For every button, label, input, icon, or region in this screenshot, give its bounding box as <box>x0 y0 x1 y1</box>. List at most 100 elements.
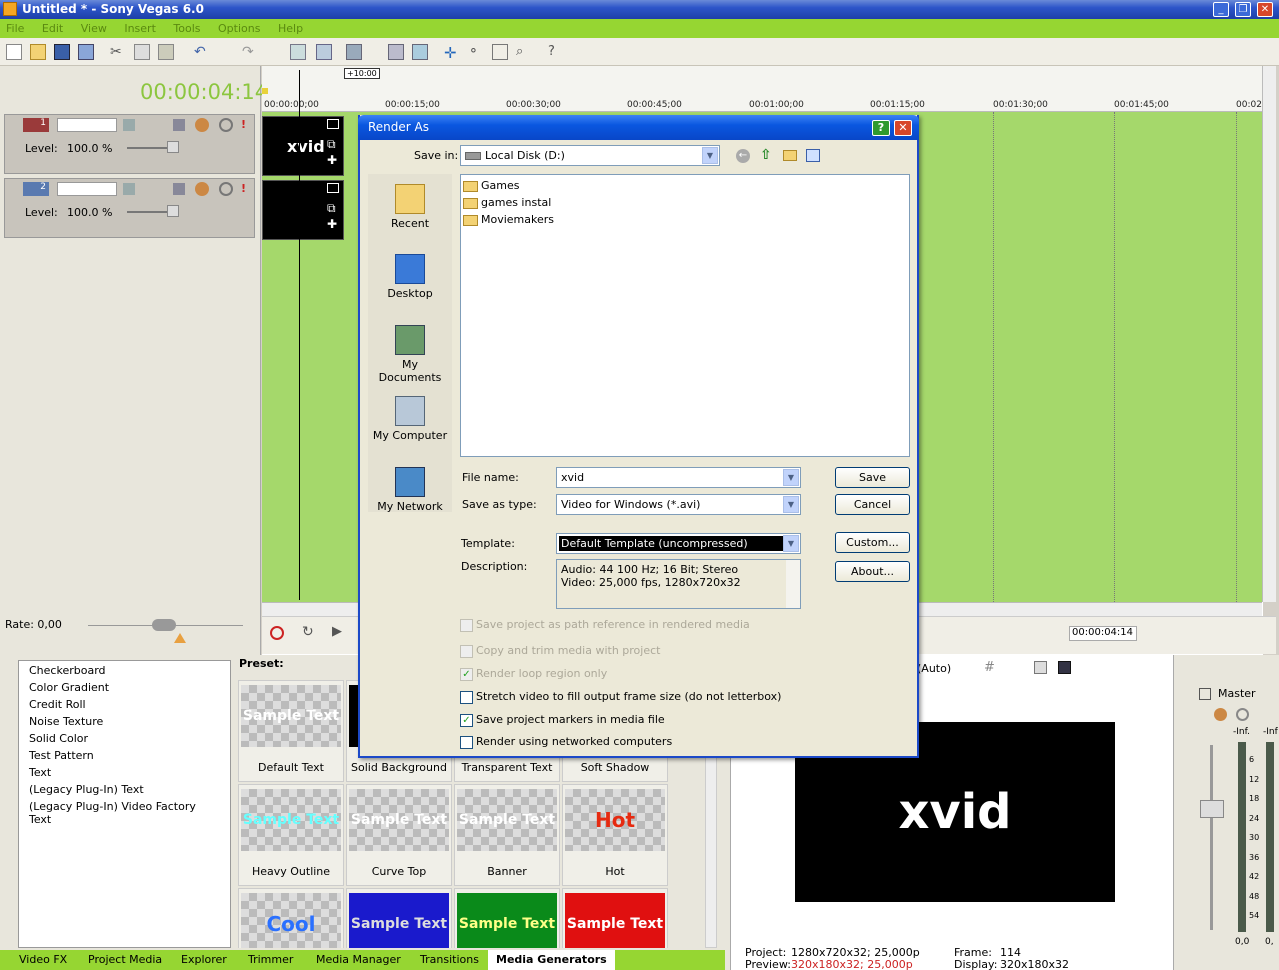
copy-snapshot-icon[interactable] <box>1034 661 1047 674</box>
open-icon[interactable] <box>30 44 46 60</box>
checkbox[interactable] <box>460 618 473 632</box>
list-item[interactable]: Test Pattern <box>29 749 220 766</box>
preset-item[interactable]: Sample Text Heavy Outline <box>238 784 344 886</box>
help-icon[interactable]: ? <box>872 120 890 136</box>
tab-video-fx[interactable]: Video FX <box>19 953 67 966</box>
solo-icon[interactable] <box>219 118 233 132</box>
zoom-tool-icon[interactable]: ⌕ <box>516 44 532 60</box>
selection-tool-icon[interactable] <box>492 44 508 60</box>
about-button[interactable]: About... <box>835 561 910 582</box>
list-item[interactable]: Credit Roll <box>29 698 220 715</box>
loop-playback-icon[interactable]: ↻ <box>302 624 314 640</box>
snap-icon[interactable] <box>290 44 306 60</box>
save-type-dropdown[interactable]: Video for Windows (*.avi) ▼ <box>556 494 801 515</box>
fx-icon[interactable] <box>123 183 135 195</box>
place-my-documents[interactable]: My Documents <box>370 325 450 384</box>
tab-trimmer[interactable]: Trimmer <box>248 953 293 966</box>
menu-file[interactable]: File <box>6 22 24 35</box>
minimize-icon[interactable]: _ <box>1213 2 1229 17</box>
motion-icon[interactable] <box>173 183 185 195</box>
menu-insert[interactable]: Insert <box>124 22 156 35</box>
record-arm-icon[interactable]: ! <box>241 118 246 131</box>
cut-icon[interactable]: ✂ <box>110 44 126 60</box>
place-recent[interactable]: Recent <box>370 184 450 230</box>
list-item[interactable]: Moviemakers <box>463 213 554 226</box>
record-arm-icon[interactable]: ! <box>241 182 246 195</box>
menu-view[interactable]: View <box>81 22 107 35</box>
fx-icon[interactable] <box>123 119 135 131</box>
mute-icon[interactable] <box>195 182 209 196</box>
preset-item[interactable]: Sample Text Default Text <box>238 680 344 782</box>
track-name-field[interactable] <box>57 182 117 196</box>
clip-fx-icon[interactable]: ✚ <box>327 217 337 231</box>
preset-item[interactable]: Sample Text <box>346 888 452 948</box>
option-copy-trim-media[interactable]: Copy and trim media with project <box>460 644 660 658</box>
close-icon[interactable]: ✕ <box>1257 2 1273 17</box>
lock-envelopes-icon[interactable] <box>388 44 404 60</box>
playhead-cursor[interactable] <box>299 70 300 600</box>
up-folder-icon[interactable]: ⇧ <box>760 147 772 163</box>
list-item[interactable]: Solid Color <box>29 732 220 749</box>
list-item[interactable]: Color Gradient <box>29 681 220 698</box>
rate-slider-thumb[interactable] <box>152 619 176 631</box>
checkbox[interactable]: ✓ <box>460 713 473 727</box>
cancel-button[interactable]: Cancel <box>835 494 910 515</box>
save-icon[interactable] <box>54 44 70 60</box>
chevron-down-icon[interactable]: ▼ <box>783 496 799 513</box>
list-item[interactable]: (Legacy Plug-In) Video Factory Text <box>29 800 220 826</box>
list-item[interactable]: Games <box>463 179 519 192</box>
paste-icon[interactable] <box>158 44 174 60</box>
master-fader-thumb[interactable] <box>1200 800 1224 818</box>
play-from-start-icon[interactable]: ▶ <box>332 624 342 639</box>
preset-item[interactable]: Sample Text Banner <box>454 784 560 886</box>
crop-icon[interactable]: ⧉ <box>327 201 336 216</box>
ignore-grouping-icon[interactable] <box>412 44 428 60</box>
preset-item[interactable]: Sample Text <box>562 888 668 948</box>
preset-item[interactable]: Sample Text Curve Top <box>346 784 452 886</box>
normal-edit-tool-icon[interactable]: ✛ <box>444 44 460 62</box>
custom-button[interactable]: Custom... <box>835 532 910 553</box>
save-snapshot-icon[interactable] <box>1058 661 1071 674</box>
video-track-2[interactable]: 2 ! Level: 100.0 % <box>4 178 255 238</box>
solo-icon[interactable] <box>219 182 233 196</box>
master-mute-icon[interactable] <box>1214 708 1227 721</box>
save-in-dropdown[interactable]: Local Disk (D:) ▼ <box>460 145 720 166</box>
video-clip[interactable]: ⧉ ✚ <box>262 180 344 240</box>
checkbox[interactable] <box>460 690 473 704</box>
tab-explorer[interactable]: Explorer <box>181 953 227 966</box>
template-dropdown[interactable]: Default Template (uncompressed) ▼ <box>556 533 801 554</box>
preview-quality-dropdown[interactable]: (Auto) <box>917 662 951 675</box>
place-desktop[interactable]: Desktop <box>370 254 450 300</box>
option-save-path-reference[interactable]: Save project as path reference in render… <box>460 618 750 632</box>
preset-item[interactable]: Hot Hot <box>562 784 668 886</box>
checkbox[interactable] <box>460 735 473 749</box>
mute-icon[interactable] <box>195 118 209 132</box>
redo-icon[interactable]: ↷ <box>242 44 258 60</box>
video-clip[interactable]: xvid ⧉ ✚ <box>262 116 344 176</box>
list-item[interactable]: Checkerboard <box>29 664 220 681</box>
timeline-vertical-scrollbar[interactable] <box>1262 66 1276 602</box>
place-my-computer[interactable]: My Computer <box>370 396 450 442</box>
new-folder-icon[interactable] <box>783 150 797 161</box>
tab-project-media[interactable]: Project Media <box>88 953 162 966</box>
master-solo-icon[interactable] <box>1236 708 1249 721</box>
level-slider-thumb[interactable] <box>167 205 179 217</box>
video-track-1[interactable]: 1 ! Level: 100.0 % <box>4 114 255 174</box>
list-item[interactable]: (Legacy Plug-In) Text <box>29 783 220 800</box>
preset-item[interactable]: Cool <box>238 888 344 948</box>
render-icon[interactable] <box>78 44 94 60</box>
list-item[interactable]: games instal <box>463 196 551 209</box>
track-name-field[interactable] <box>57 118 117 132</box>
checkbox[interactable]: ✓ <box>460 667 473 681</box>
motion-icon[interactable] <box>173 119 185 131</box>
ripple-icon[interactable] <box>346 44 362 60</box>
description-scrollbar[interactable] <box>786 560 800 608</box>
menu-tools[interactable]: Tools <box>173 22 200 35</box>
preset-item[interactable]: Sample Text <box>454 888 560 948</box>
view-menu-icon[interactable] <box>806 149 820 162</box>
list-item[interactable]: Noise Texture <box>29 715 220 732</box>
autocrossfade-icon[interactable] <box>316 44 332 60</box>
copy-icon[interactable] <box>134 44 150 60</box>
option-save-project-markers[interactable]: ✓ Save project markers in media file <box>460 713 665 727</box>
chevron-down-icon[interactable]: ▼ <box>783 535 799 552</box>
